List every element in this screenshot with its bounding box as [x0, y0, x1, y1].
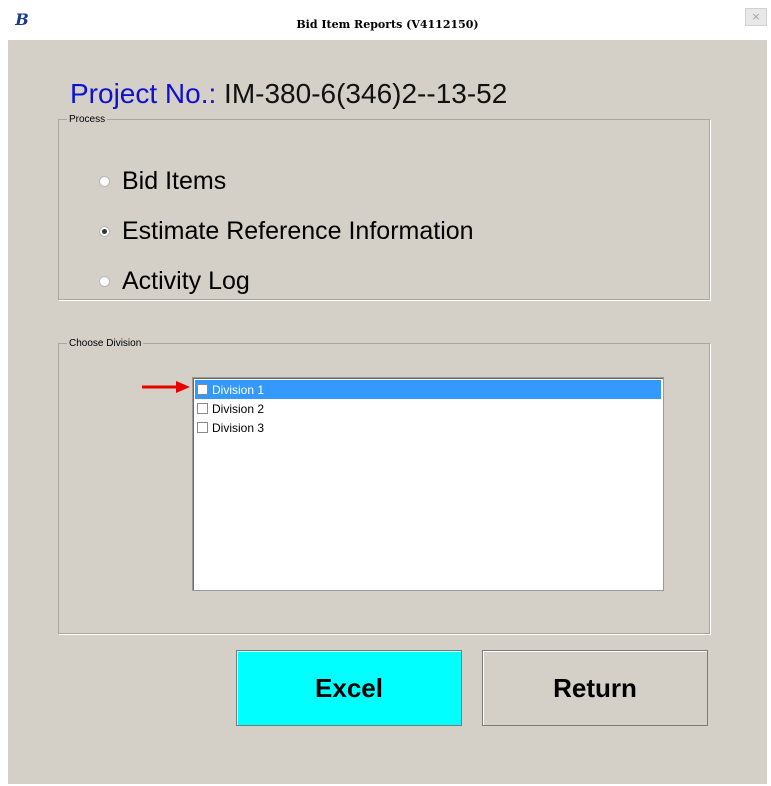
radio-activity-log[interactable]: Activity Log — [99, 263, 250, 299]
project-number-label: Project No.: — [70, 78, 217, 109]
checkbox[interactable] — [197, 384, 208, 395]
choose-division-legend: Choose Division — [69, 338, 142, 349]
list-item-division-3[interactable]: Division 3 — [195, 418, 661, 437]
radio-label: Activity Log — [122, 266, 250, 295]
project-number-value: IM-380-6(346)2--13-52 — [216, 78, 508, 109]
list-item-label: Division 2 — [212, 401, 265, 416]
list-item-division-2[interactable]: Division 2 — [195, 399, 661, 418]
radio-button-checked[interactable] — [99, 225, 110, 237]
process-group: Process Bid Items Estimate Reference Inf… — [58, 114, 710, 300]
radio-label: Estimate Reference Information — [122, 216, 474, 245]
red-arrow-icon — [142, 381, 190, 393]
radio-estimate-reference-information[interactable]: Estimate Reference Information — [99, 213, 474, 249]
checkbox[interactable] — [197, 403, 208, 414]
list-item-label: Division 1 — [212, 382, 265, 397]
list-item-division-1[interactable]: Division 1 — [195, 380, 661, 399]
close-button[interactable]: × — [745, 8, 767, 26]
bid-item-reports-window: B Bid Item Reports (V4112150) × Project … — [8, 8, 767, 784]
project-number: Project No.: IM-380-6(346)2--13-52 — [70, 78, 507, 110]
division-checklist[interactable]: Division 1 Division 2 Division 3 — [192, 377, 664, 591]
list-item-label: Division 3 — [212, 420, 265, 435]
window-title: Bid Item Reports (V4112150) — [296, 18, 479, 31]
radio-label: Bid Items — [122, 166, 227, 195]
return-button[interactable]: Return — [482, 650, 708, 726]
process-legend: Process — [69, 114, 106, 125]
excel-button[interactable]: Excel — [236, 650, 462, 726]
checkbox[interactable] — [197, 422, 208, 433]
radio-bid-items[interactable]: Bid Items — [99, 163, 226, 199]
title-bar[interactable]: B Bid Item Reports (V4112150) × — [8, 8, 767, 40]
radio-button[interactable] — [99, 175, 110, 187]
radio-button[interactable] — [99, 275, 110, 287]
